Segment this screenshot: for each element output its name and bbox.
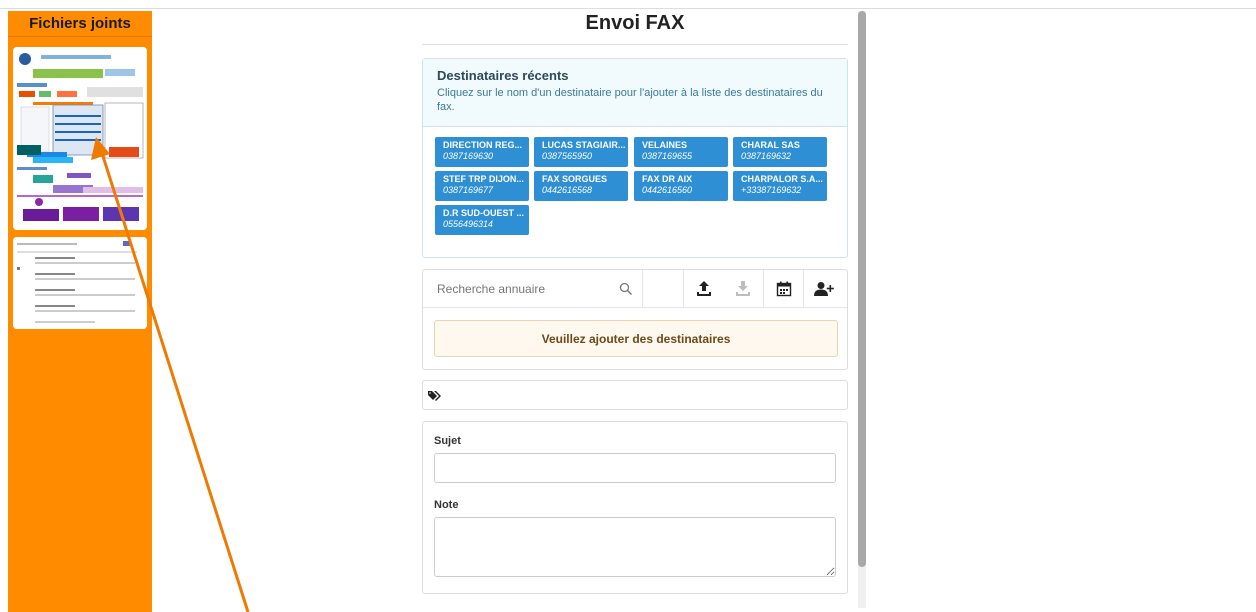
recipient-phone: 0387169655 — [642, 151, 693, 161]
recipient-name: LUCAS STAGIAIR... — [542, 140, 626, 150]
sidebar-title: Fichiers joints — [8, 11, 152, 37]
upload-icon — [696, 281, 711, 296]
page-scrollbar[interactable] — [858, 11, 866, 608]
search-icon[interactable] — [619, 282, 633, 296]
recipient-name: STEF TRP DIJON... — [443, 174, 524, 184]
recipient-phone: 0387169677 — [443, 185, 494, 195]
subject-input[interactable] — [434, 453, 836, 483]
tags-icon — [428, 389, 442, 407]
recipient-button[interactable]: FAX DR AIX 0442616560 — [634, 171, 728, 201]
recipient-button[interactable]: LUCAS STAGIAIR... 0387565950 — [534, 137, 628, 167]
recipient-button[interactable]: CHARAL SAS 0387169632 — [733, 137, 827, 167]
page-title: Envoi FAX — [422, 11, 848, 45]
recipient-name: CHARAL SAS — [741, 140, 800, 150]
directory-toolbar — [423, 270, 847, 308]
recent-recipients-list: DIRECTION REG... 0387169630 LUCAS STAGIA… — [423, 127, 847, 235]
note-textarea[interactable] — [434, 517, 836, 577]
attachment-thumbnail-1[interactable] — [13, 47, 147, 230]
document-preview-image — [13, 237, 147, 329]
calendar-icon — [776, 281, 791, 297]
recipient-name: DIRECTION REG... — [443, 140, 523, 150]
add-contact-button[interactable] — [803, 270, 843, 308]
document-preview-image — [13, 47, 147, 230]
recipient-button[interactable]: VELAINES 0387169655 — [634, 137, 728, 167]
fax-send-panel: Envoi FAX Destinataires récents Cliquez … — [422, 11, 848, 594]
attachments-sidebar: Fichiers joints — [8, 11, 152, 612]
recipient-phone: 0442616560 — [642, 185, 693, 195]
recipient-name: CHARPALOR S.A... — [741, 174, 823, 184]
recent-recipients-panel: Destinataires récents Cliquez sur le nom… — [422, 58, 848, 258]
download-button[interactable] — [723, 270, 763, 308]
recipient-name: FAX DR AIX — [642, 174, 693, 184]
recipient-button[interactable]: CHARPALOR S.A... +33387169632 — [733, 171, 827, 201]
tags-field[interactable] — [422, 380, 848, 410]
attachment-thumbnail-2[interactable] — [13, 237, 147, 329]
no-recipient-warning: Veuillez ajouter des destinataires — [434, 320, 838, 357]
top-divider — [0, 8, 1256, 9]
recipient-name: FAX SORGUES — [542, 174, 608, 184]
add-user-icon — [813, 282, 834, 296]
recipient-name: D.R SUD-OUEST ... — [443, 208, 525, 218]
recent-recipients-hint: Cliquez sur le nom d'un destinataire pou… — [437, 87, 823, 113]
recipient-name: VELAINES — [642, 140, 688, 150]
scrollbar-thumb[interactable] — [858, 11, 866, 567]
note-label: Note — [434, 499, 459, 511]
recipient-phone: 0387169632 — [741, 151, 792, 161]
recipient-button[interactable]: STEF TRP DIJON... 0387169677 — [435, 171, 529, 201]
directory-search-input[interactable] — [423, 270, 643, 308]
recipient-phone: 0556496314 — [443, 219, 494, 229]
subject-label: Sujet — [434, 435, 461, 447]
recipient-phone: +33387169632 — [741, 185, 802, 195]
recent-recipients-header: Destinataires récents Cliquez sur le nom… — [423, 59, 847, 127]
recipient-phone: 0387169630 — [443, 151, 494, 161]
recent-recipients-heading: Destinataires récents — [437, 68, 569, 83]
recipient-button[interactable]: DIRECTION REG... 0387169630 — [435, 137, 529, 167]
directory-panel: Veuillez ajouter des destinataires — [422, 269, 848, 370]
fax-details-form: Sujet Note — [422, 421, 848, 594]
download-icon — [736, 281, 750, 296]
recipient-phone: 0442616568 — [542, 185, 593, 195]
recipient-button[interactable]: FAX SORGUES 0442616568 — [534, 171, 628, 201]
upload-button[interactable] — [683, 270, 723, 308]
calendar-button[interactable] — [763, 270, 803, 308]
recipient-phone: 0387565950 — [542, 151, 593, 161]
recipient-button[interactable]: D.R SUD-OUEST ... 0556496314 — [435, 205, 529, 235]
